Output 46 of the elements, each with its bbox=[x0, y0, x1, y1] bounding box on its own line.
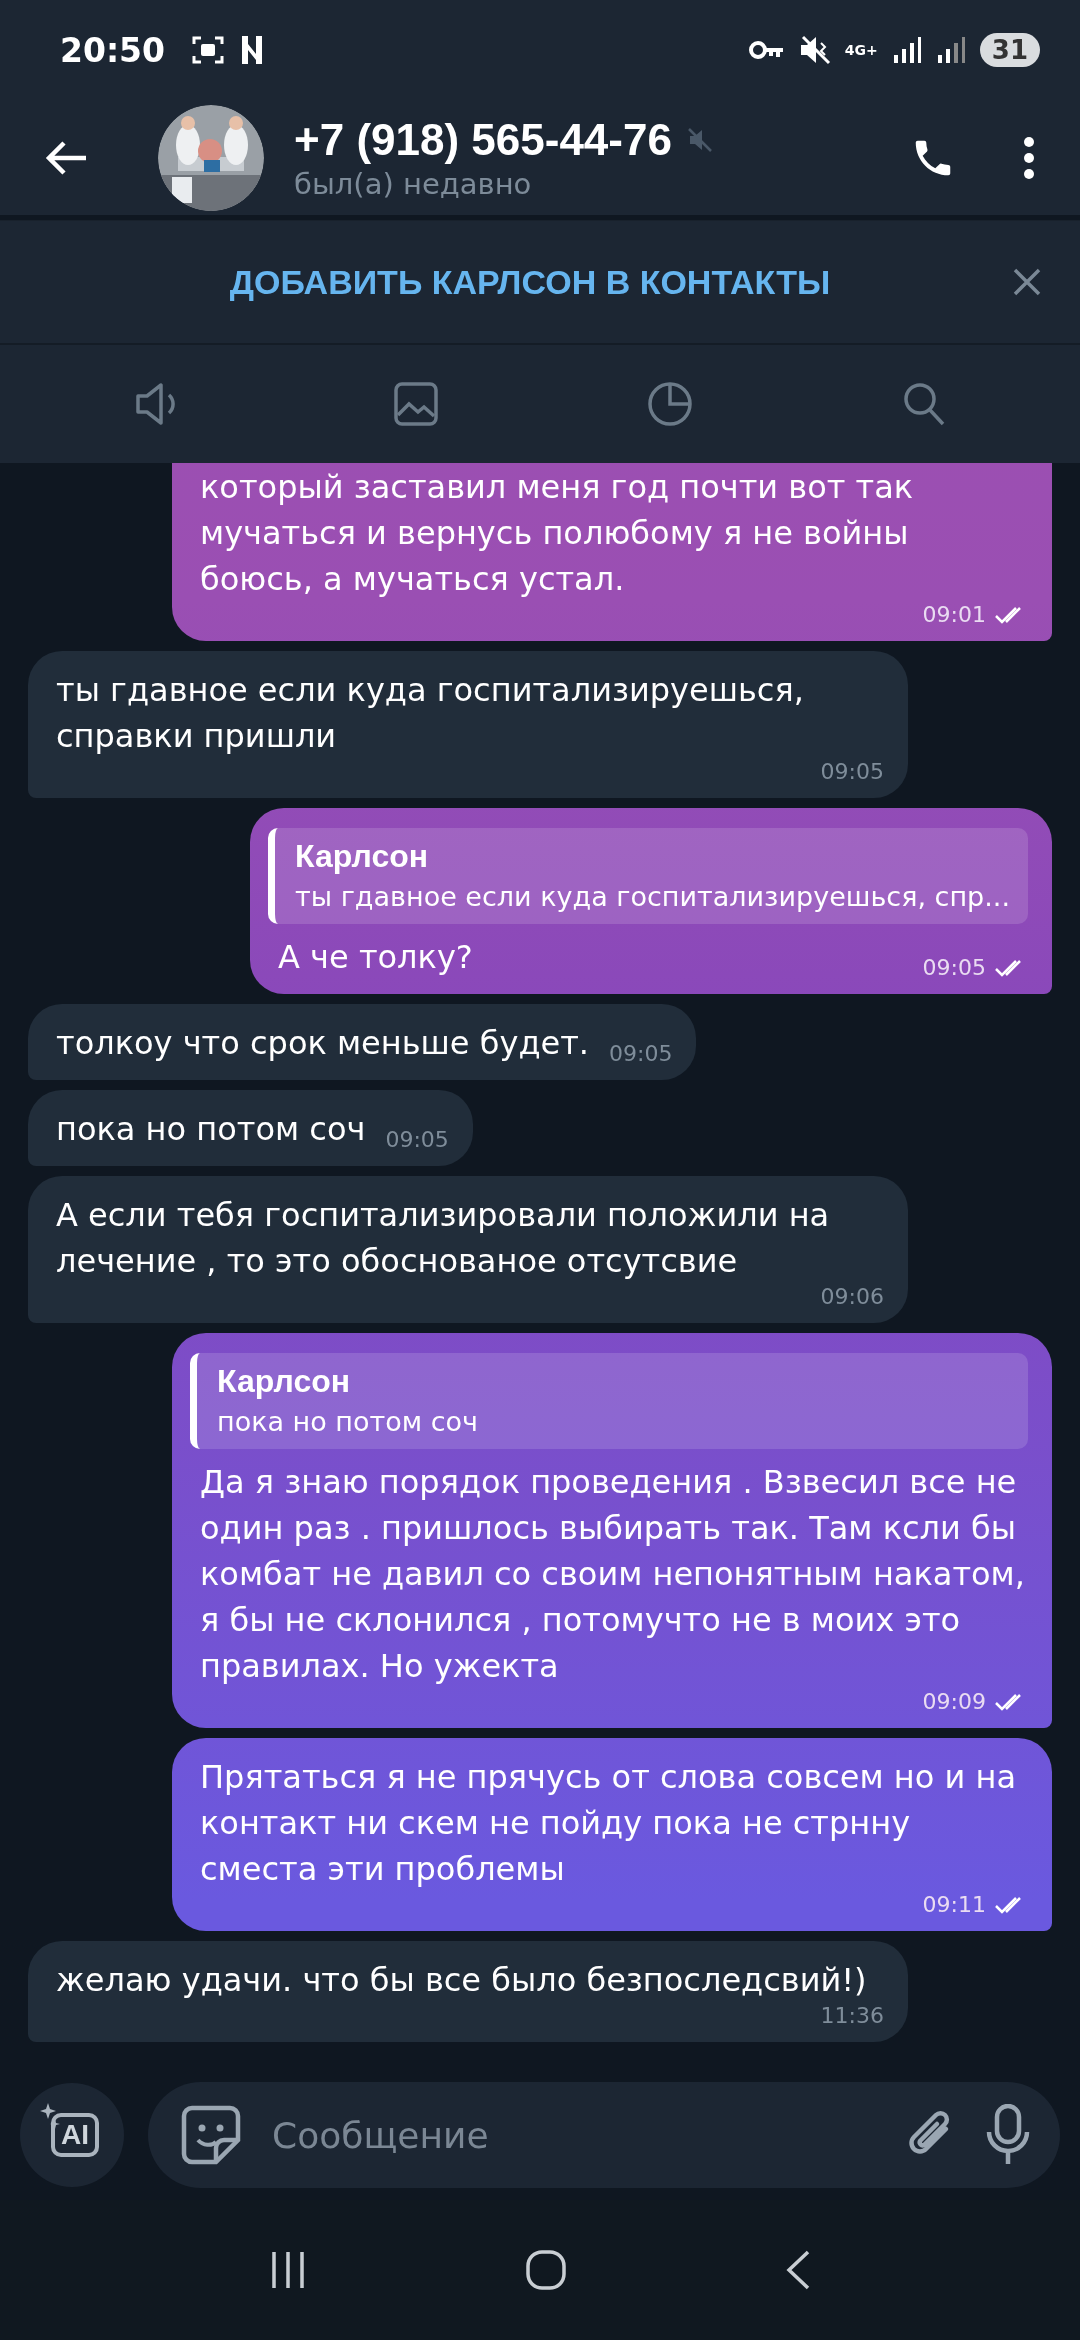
home-icon[interactable] bbox=[525, 2249, 567, 2291]
last-seen-status: был(а) недавно bbox=[294, 166, 533, 201]
chat-title: +7 (918) 565-44-76 bbox=[294, 114, 672, 165]
reply-quote[interactable]: Карлсон пока но потом соч bbox=[190, 1353, 1028, 1449]
search-icon[interactable] bbox=[901, 381, 946, 427]
screenshot-icon bbox=[191, 35, 226, 65]
message-text: Да я знаю порядок проведения . Взвесил все не один раз . пришлось выбирать так. Там ксли бы комбат не давил со своим непонятным накатом, я бы не склонился , потомучто не в моих это правилах. Но ужекта bbox=[200, 1462, 1026, 1687]
message-text: А если тебя госпитализировали положили на лечение , то это обоснованое отсутсвие bbox=[56, 1195, 831, 1282]
message-text: пока но потом соч bbox=[56, 1109, 366, 1150]
message-text: ты гдавное если куда госпитализируешься, справки пришли bbox=[56, 670, 805, 757]
quote-text: пока но потом соч bbox=[217, 1406, 480, 1437]
battery-level: 31 bbox=[979, 33, 1040, 67]
close-icon[interactable] bbox=[1012, 267, 1042, 297]
mute-icon bbox=[798, 35, 831, 65]
message-time: 09:01 bbox=[922, 602, 986, 627]
message-time: 09:05 bbox=[609, 1041, 673, 1066]
message-time: 09:05 bbox=[385, 1127, 449, 1152]
microphone-icon[interactable] bbox=[986, 2104, 1030, 2166]
sticker-icon[interactable] bbox=[180, 2104, 242, 2166]
quote-author: Карлсон bbox=[217, 1363, 352, 1400]
image-icon[interactable] bbox=[392, 381, 439, 427]
message-time: 09:09 bbox=[922, 1689, 986, 1714]
message-text: А че толку? bbox=[278, 937, 473, 978]
more-options-icon[interactable] bbox=[1022, 135, 1036, 180]
key-icon bbox=[748, 39, 785, 61]
reply-quote[interactable]: Карлсон ты гдавное если куда госпитализируешься, спр... bbox=[268, 828, 1028, 924]
signal-icon bbox=[935, 35, 966, 65]
network-type: 4G+ bbox=[844, 42, 878, 58]
signal-icon bbox=[891, 35, 922, 65]
add-contact-link[interactable]: ДОБАВИТЬ КАРЛСОН В КОНТАКТЫ bbox=[229, 262, 831, 302]
message-text: который заставил меня год почти вот так мучаться и вернусь полюбому я не войны боюсь, а мучаться устал. bbox=[200, 467, 915, 600]
quote-text: ты гдавное если куда госпитализируешься, спр... bbox=[295, 881, 1010, 912]
message-text: желаю удачи. что бы все было безпоследсвий!) bbox=[56, 1960, 867, 2001]
message-time: 11:36 bbox=[820, 2003, 884, 2028]
back-arrow-icon[interactable] bbox=[44, 139, 88, 176]
message-input-field[interactable]: Сообщение bbox=[148, 2082, 1060, 2188]
message-time: 09:05 bbox=[820, 759, 884, 784]
ai-button[interactable]: AI bbox=[20, 2083, 124, 2187]
message-text: толкоу что срок меньше будет. bbox=[56, 1023, 589, 1064]
message-text: Прятаться я не прячусь от слова совсем но и на контакт ни скем не пойду пока не стрнну сместа эти проблемы bbox=[200, 1757, 1017, 1890]
message-time: 09:11 bbox=[922, 1892, 986, 1917]
message-time: 09:05 bbox=[922, 955, 986, 980]
quote-author: Карлсон bbox=[295, 838, 430, 875]
pie-chart-icon[interactable] bbox=[647, 381, 694, 427]
message-time: 09:06 bbox=[820, 1284, 884, 1309]
status-time: 20:50 bbox=[60, 30, 166, 70]
